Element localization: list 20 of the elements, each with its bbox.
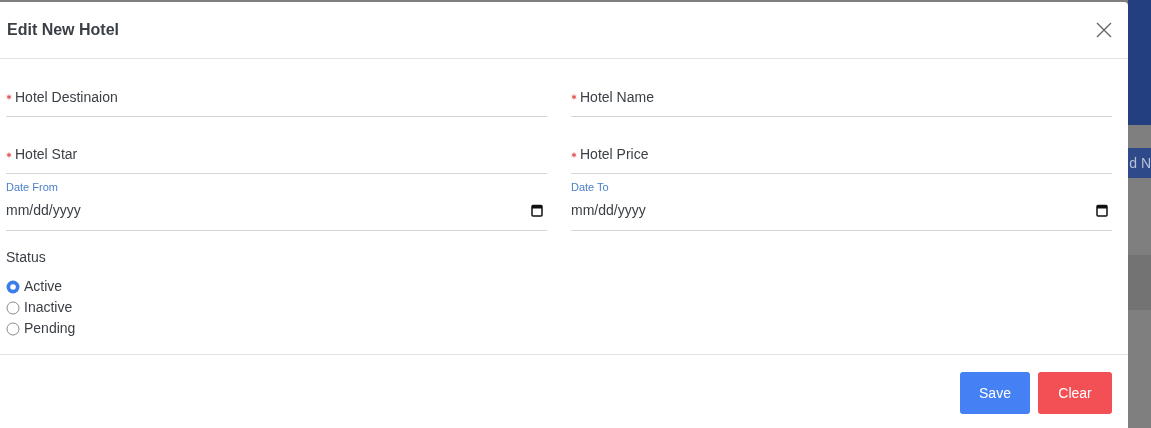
status-label: Status — [6, 248, 46, 267]
header-text: d N — [1129, 153, 1151, 173]
close-icon — [1096, 22, 1112, 38]
radio-option[interactable]: Active — [6, 276, 63, 297]
radio-button[interactable] — [6, 300, 20, 315]
radio-option[interactable]: Inactive — [6, 297, 73, 318]
save-button[interactable]: Save — [960, 372, 1030, 414]
date-field[interactable]: Date From mm/dd/yyyy — [6, 174, 547, 231]
calendar-icon[interactable] — [1096, 203, 1108, 217]
date-field[interactable]: Date To mm/dd/yyyy — [571, 174, 1112, 231]
text-field[interactable]: Hotel Name — [571, 59, 1112, 117]
radio-button[interactable] — [6, 279, 20, 294]
radio-button[interactable] — [6, 321, 20, 336]
calendar-icon[interactable] — [531, 203, 543, 217]
dialog-title: Edit New Hotel — [7, 20, 119, 40]
text-field[interactable]: Hotel Star — [6, 117, 547, 174]
text-field[interactable]: Hotel Price — [571, 117, 1112, 174]
radio-option[interactable]: Pending — [6, 318, 76, 339]
text-field[interactable]: Hotel Destinaion — [6, 59, 547, 117]
close-button[interactable] — [1094, 20, 1114, 40]
